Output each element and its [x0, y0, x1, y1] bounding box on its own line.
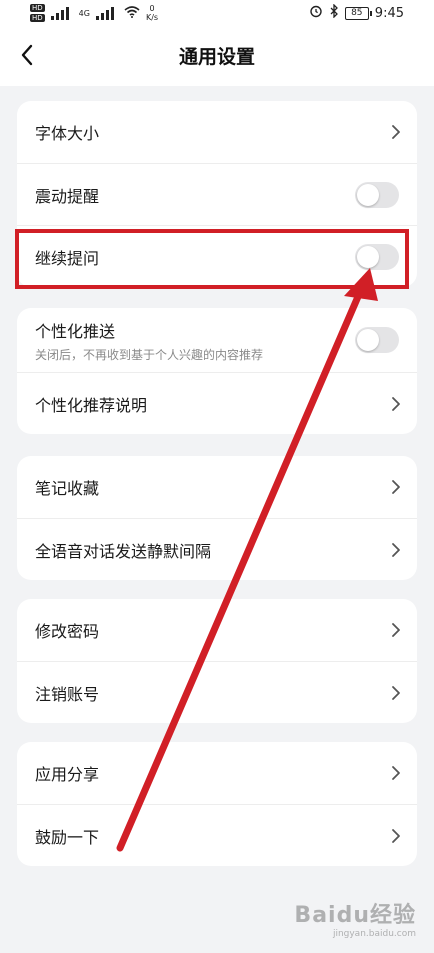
status-bar: HD HD 4G 0 K/s 85 9:45: [0, 0, 434, 26]
setting-row-change-password[interactable]: 修改密码: [17, 599, 417, 661]
setting-row-personalized-push: 个性化推送 关闭后，不再收到基于个人兴趣的内容推荐: [17, 308, 417, 372]
chevron-right-icon: [392, 125, 400, 139]
signal-icon: [50, 6, 73, 20]
vibration-toggle[interactable]: [355, 181, 399, 208]
chevron-right-icon: [392, 623, 400, 637]
setting-label: 震动提醒: [35, 186, 100, 206]
setting-row-delete-account[interactable]: 注销账号: [17, 661, 417, 723]
personalized-push-toggle[interactable]: [355, 327, 399, 353]
toggle-knob: [357, 245, 379, 268]
page-title: 通用设置: [178, 46, 255, 68]
setting-row-vibration: 震动提醒: [17, 163, 417, 225]
setting-label: 个性化推送: [35, 321, 116, 341]
setting-row-notes[interactable]: 笔记收藏: [17, 456, 417, 518]
settings-group-display: 字体大小 震动提醒 继续提问: [17, 101, 417, 287]
settings-group-personalization: 个性化推送 关闭后，不再收到基于个人兴趣的内容推荐 个性化推荐说明: [17, 308, 417, 434]
wifi-icon: [124, 6, 140, 20]
setting-label: 继续提问: [35, 248, 100, 268]
chevron-right-icon: [392, 480, 400, 494]
setting-label: 个性化推荐说明: [35, 395, 148, 415]
setting-row-voice-silence[interactable]: 全语音对话发送静默间隔: [17, 518, 417, 580]
hd-badge: HD: [30, 4, 45, 12]
chevron-right-icon: [392, 542, 400, 557]
chevron-right-icon: [392, 396, 400, 411]
status-left: HD HD 4G 0 K/s: [30, 2, 158, 24]
setting-label: 字体大小: [35, 124, 100, 143]
setting-description: 关闭后，不再收到基于个人兴趣的内容推荐: [35, 347, 264, 362]
network-speed: 0 K/s: [145, 4, 159, 22]
battery-icon: 85: [344, 6, 372, 20]
toggle-knob: [357, 329, 379, 351]
setting-row-font-size[interactable]: 字体大小: [17, 101, 417, 163]
chevron-right-icon: [392, 685, 400, 700]
setting-label: 修改密码: [35, 622, 100, 641]
setting-label: 全语音对话发送静默间隔: [35, 541, 212, 561]
setting-row-share-app[interactable]: 应用分享: [17, 742, 417, 804]
baidu-watermark-logo: Baidu经验 jingyan.baidu.com: [294, 903, 416, 939]
top-nav: 通用设置: [0, 26, 434, 86]
settings-group-account: 修改密码 注销账号: [17, 599, 417, 723]
chevron-right-icon: [392, 766, 400, 780]
hd-badges: HD HD: [30, 4, 45, 22]
hd-badge: HD: [30, 14, 45, 22]
settings-group-share: 应用分享 鼓励一下: [17, 742, 417, 866]
setting-row-recommendation-info[interactable]: 个性化推荐说明: [17, 372, 417, 434]
status-right: 85 9:45: [309, 2, 404, 24]
setting-label: 笔记收藏: [35, 479, 100, 498]
network-label: 4G: [78, 8, 90, 18]
clock-time: 9:45: [374, 5, 404, 21]
setting-row-encourage[interactable]: 鼓励一下: [17, 804, 417, 866]
bluetooth-icon: [329, 3, 339, 22]
setting-row-continue-asking: 继续提问: [17, 225, 417, 287]
chevron-right-icon: [392, 828, 400, 843]
setting-label: 鼓励一下: [35, 827, 100, 847]
setting-label: 注销账号: [35, 684, 100, 704]
signal-icon: [95, 6, 118, 20]
settings-group-notes: 笔记收藏 全语音对话发送静默间隔: [17, 456, 417, 580]
continue-asking-toggle[interactable]: [355, 243, 399, 270]
toggle-knob: [357, 183, 379, 206]
alarm-icon: [309, 4, 323, 22]
setting-label: 应用分享: [35, 765, 100, 784]
